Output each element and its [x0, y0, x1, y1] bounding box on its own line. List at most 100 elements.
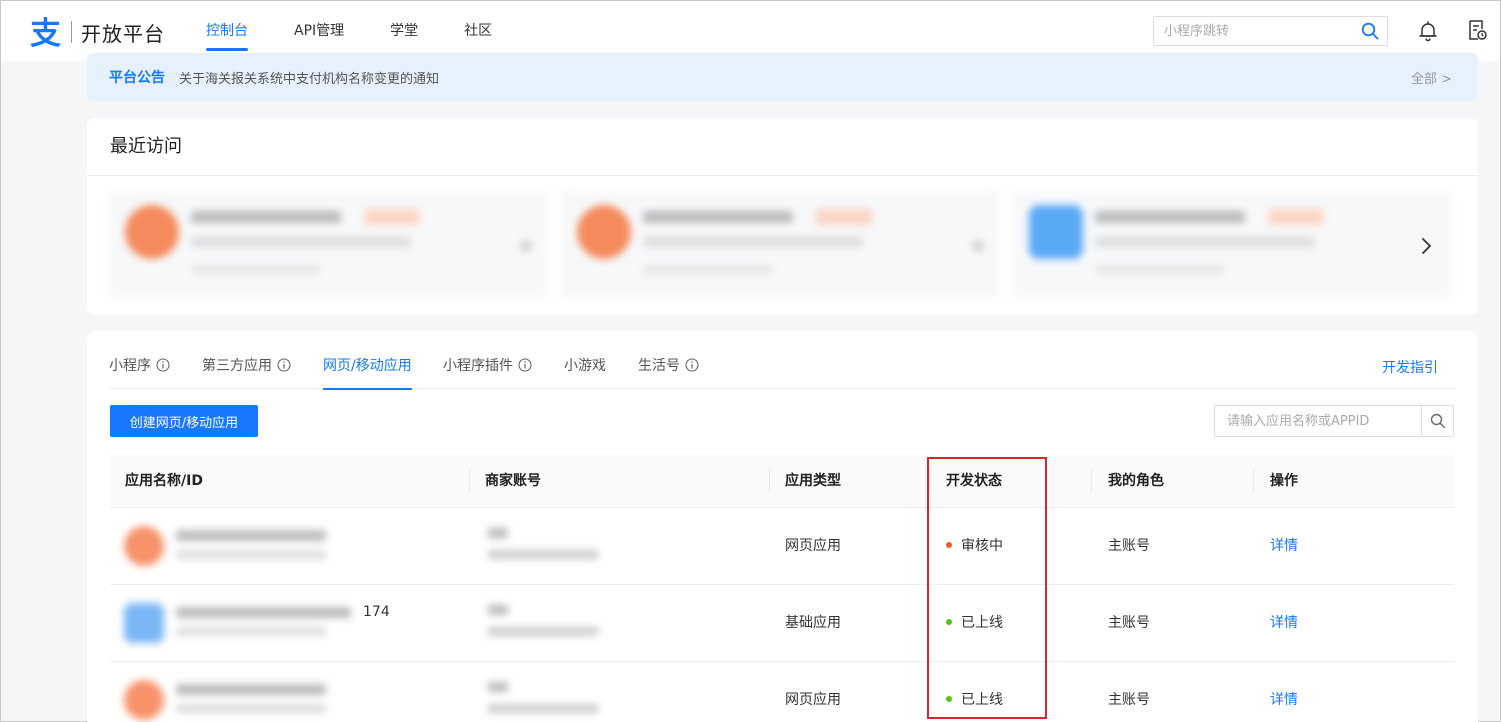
status-text: 审核中 — [961, 538, 1003, 554]
tab-label: 小程序 — [109, 358, 151, 374]
info-icon[interactable] — [156, 358, 170, 372]
redacted-status-tag — [1268, 209, 1324, 225]
redacted-meta — [643, 265, 773, 274]
nav-community[interactable]: 社区 — [464, 1, 492, 61]
announcement-view-all-link[interactable]: 全部 > — [1411, 68, 1452, 87]
chevron-right-icon[interactable] — [1417, 234, 1437, 258]
redacted-merchant-account — [482, 599, 622, 647]
redacted-status-tag — [364, 209, 420, 225]
my-role: 主账号 — [1108, 692, 1150, 708]
recent-visits-card: 最近访问 — [87, 118, 1478, 315]
tab-third-party-app[interactable]: 第三方应用 — [202, 331, 291, 389]
app-avatar — [1029, 205, 1083, 259]
app-type: 网页应用 — [785, 538, 841, 554]
column-divider — [929, 469, 930, 493]
logo[interactable]: 支 开放平台 — [29, 15, 165, 49]
details-link[interactable]: 详情 — [1270, 613, 1298, 633]
tab-web-mobile-app[interactable]: 网页/移动应用 — [323, 331, 412, 390]
redacted-merchant-line — [488, 550, 598, 559]
app-search-button[interactable] — [1421, 406, 1453, 436]
recent-app-card[interactable] — [1013, 191, 1451, 298]
status-text: 已上线 — [961, 615, 1003, 631]
status-dot — [946, 619, 952, 625]
app-search-input[interactable] — [1215, 406, 1420, 436]
logo-text: 开放平台 — [81, 21, 165, 46]
my-role: 主账号 — [1108, 538, 1150, 554]
column-divider — [769, 469, 770, 493]
redacted-merchant-line — [488, 704, 598, 713]
redacted-app-name — [191, 211, 341, 223]
logo-divider — [71, 21, 72, 43]
announcement-text[interactable]: 关于海关报关系统中支付机构名称变更的通知 — [179, 68, 439, 87]
status-dot — [946, 696, 952, 702]
nav-console[interactable]: 控制台 — [206, 1, 248, 61]
redacted-name-line — [176, 684, 326, 695]
redacted-arrow — [973, 241, 983, 251]
column-my-role: 我的角色 — [1108, 473, 1164, 489]
tab-miniprogram[interactable]: 小程序 — [109, 331, 170, 389]
create-web-mobile-app-button[interactable]: 创建网页/移动应用 — [110, 405, 258, 437]
redacted-merchant-account — [482, 676, 622, 722]
app-avatar — [124, 680, 164, 720]
recent-visits-title: 最近访问 — [87, 118, 1478, 176]
development-guide-link[interactable]: 开发指引 — [1382, 357, 1438, 377]
redacted-app-name-id — [122, 524, 362, 570]
app-id-suffix: 174 — [363, 604, 390, 620]
redacted-app-name-id — [122, 601, 362, 647]
column-dev-status: 开发状态 — [946, 473, 1002, 489]
tab-label: 网页/移动应用 — [323, 358, 412, 374]
miniprogram-jump-input[interactable] — [1154, 17, 1344, 45]
info-icon[interactable] — [685, 358, 699, 372]
column-merchant-account: 商家账号 — [485, 473, 541, 489]
details-link[interactable]: 详情 — [1270, 690, 1298, 710]
info-icon[interactable] — [277, 358, 291, 372]
redacted-merchant-line — [488, 682, 508, 692]
recent-app-card[interactable] — [109, 191, 547, 298]
status-text: 已上线 — [961, 692, 1003, 708]
table-header: 应用名称/ID 商家账号 应用类型 开发状态 我的角色 操作 — [110, 455, 1454, 508]
app-avatar — [125, 205, 179, 259]
nav-api-management[interactable]: API管理 — [294, 1, 344, 61]
tab-label: 小程序插件 — [443, 358, 513, 374]
bell-icon[interactable] — [1417, 20, 1439, 42]
redacted-app-name — [1095, 211, 1245, 223]
app-type-tabs: 小程序 第三方应用 网页/移动应用 小程序插件 小游戏 生活号 — [109, 331, 1456, 390]
svg-text:支: 支 — [30, 16, 61, 49]
column-app-type: 应用类型 — [785, 473, 841, 489]
recent-app-card[interactable] — [561, 191, 999, 298]
redacted-merchant-line — [488, 605, 508, 615]
app-search-box — [1214, 405, 1454, 437]
redacted-meta — [191, 265, 321, 274]
redacted-app-id — [191, 237, 411, 247]
miniprogram-jump-search — [1153, 16, 1388, 46]
announcement-title: 平台公告 — [109, 70, 165, 86]
tab-miniprogram-plugin[interactable]: 小程序插件 — [443, 331, 532, 389]
redacted-arrow — [521, 241, 531, 251]
my-role: 主账号 — [1108, 615, 1150, 631]
nav-academy[interactable]: 学堂 — [390, 1, 418, 61]
redacted-merchant-line — [488, 528, 508, 538]
redacted-id-line — [176, 704, 326, 713]
info-icon[interactable] — [518, 358, 532, 372]
redacted-app-name-id — [122, 678, 362, 722]
dev-status: 已上线 — [946, 690, 1003, 710]
applications-card: 小程序 第三方应用 网页/移动应用 小程序插件 小游戏 生活号 开发指引 创建网… — [87, 331, 1478, 722]
details-link[interactable]: 详情 — [1270, 536, 1298, 556]
app-avatar — [124, 603, 164, 643]
tab-mini-game[interactable]: 小游戏 — [564, 331, 606, 389]
tab-label: 第三方应用 — [202, 358, 272, 374]
tab-lifestyle-account[interactable]: 生活号 — [638, 331, 699, 389]
document-icon[interactable] — [1466, 19, 1488, 41]
app-type: 网页应用 — [785, 692, 841, 708]
table-row: 网页应用 审核中 主账号 详情 — [110, 508, 1454, 585]
main-nav: 控制台 API管理 学堂 社区 — [206, 1, 538, 61]
search-icon[interactable] — [1361, 22, 1379, 40]
search-icon — [1430, 413, 1446, 429]
redacted-meta — [1095, 265, 1225, 274]
redacted-app-id — [643, 237, 863, 247]
dev-status: 已上线 — [946, 613, 1003, 633]
redacted-app-id — [1095, 237, 1315, 247]
redacted-app-name — [643, 211, 793, 223]
redacted-status-tag — [816, 209, 872, 225]
redacted-merchant-line — [488, 627, 598, 636]
